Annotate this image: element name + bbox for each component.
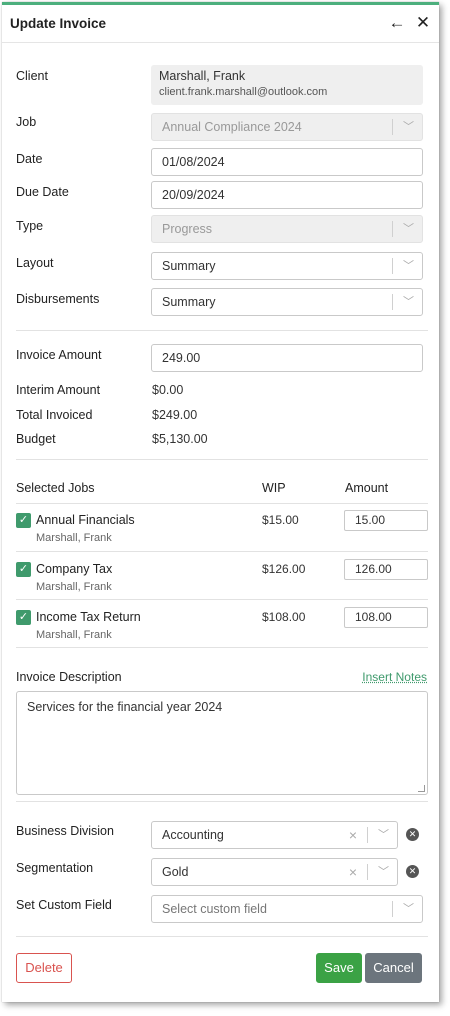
interim-amount-value: $0.00 <box>152 383 184 397</box>
custom-field-label: Set Custom Field <box>16 898 112 912</box>
select-separator <box>392 258 393 274</box>
layout-select-value: Summary <box>162 259 216 273</box>
budget-value: $5,130.00 <box>152 432 208 446</box>
section-divider <box>16 647 428 648</box>
type-label: Type <box>16 219 44 233</box>
chevron-down-icon: ﹀ <box>403 223 414 235</box>
select-separator <box>392 901 393 917</box>
layout-select[interactable]: Summary ﹀ <box>151 252 423 280</box>
clear-icon[interactable]: × <box>349 859 357 885</box>
delete-button[interactable]: Delete <box>16 953 72 983</box>
invoice-description-label: Invoice Description <box>16 670 122 684</box>
resize-handle-icon[interactable] <box>418 785 425 792</box>
chevron-down-icon[interactable]: ﹀ <box>403 253 414 279</box>
job-select-value: Annual Compliance 2024 <box>162 120 302 134</box>
clear-icon[interactable]: × <box>349 822 357 848</box>
budget-label: Budget <box>16 432 56 446</box>
select-separator <box>367 864 368 880</box>
remove-circle-icon[interactable]: ✕ <box>406 865 419 878</box>
due-date-input-value: 20/09/2024 <box>162 188 225 202</box>
job-client: Marshall, Frank <box>36 629 112 641</box>
panel-header: Update Invoice ← ✕ <box>2 5 439 43</box>
job-client: Marshall, Frank <box>36 581 112 593</box>
row-divider <box>16 551 428 552</box>
date-input-value: 01/08/2024 <box>162 155 225 169</box>
due-date-input[interactable]: 20/09/2024 <box>151 181 423 209</box>
checkbox-checked[interactable]: ✓ <box>16 610 31 625</box>
chevron-down-icon[interactable]: ﹀ <box>403 289 414 315</box>
invoice-amount-input[interactable]: 249.00 <box>151 344 423 372</box>
job-amount-input[interactable]: 126.00 <box>344 559 428 580</box>
row-divider <box>16 599 428 600</box>
section-divider <box>16 801 428 802</box>
date-label: Date <box>16 152 43 166</box>
job-select: Annual Compliance 2024 ﹀ <box>151 113 423 141</box>
business-division-label: Business Division <box>16 824 114 838</box>
segmentation-value: Gold <box>162 865 189 879</box>
invoice-description-textarea[interactable]: Services for the financial year 2024 <box>16 691 428 795</box>
section-divider <box>16 459 428 460</box>
disbursements-select-value: Summary <box>162 295 216 309</box>
custom-field-placeholder: Select custom field <box>162 902 267 916</box>
job-label: Job <box>16 115 37 129</box>
job-wip: $126.00 <box>262 562 306 576</box>
disbursements-select[interactable]: Summary ﹀ <box>151 288 423 316</box>
remove-circle-icon[interactable]: ✕ <box>406 828 419 841</box>
segmentation-label: Segmentation <box>16 861 94 875</box>
client-email: client.frank.marshall@outlook.com <box>159 86 328 98</box>
job-amount-input[interactable]: 108.00 <box>344 607 428 628</box>
job-client: Marshall, Frank <box>36 532 112 544</box>
table-header-divider <box>16 503 428 504</box>
layout-label: Layout <box>16 256 54 270</box>
total-invoiced-value: $249.00 <box>152 408 198 422</box>
client-name: Marshall, Frank <box>159 69 246 83</box>
job-name: Annual Financials <box>36 513 135 527</box>
job-amount-input[interactable]: 15.00 <box>344 510 428 531</box>
business-division-select[interactable]: Accounting × ﹀ <box>151 821 398 849</box>
amount-header: Amount <box>345 481 389 495</box>
type-select-value: Progress <box>162 222 213 236</box>
disbursements-label: Disbursements <box>16 292 100 306</box>
select-separator <box>392 119 393 135</box>
arrow-left-icon[interactable]: ← <box>386 12 408 34</box>
job-name: Income Tax Return <box>36 610 141 624</box>
checkbox-checked[interactable]: ✓ <box>16 562 31 577</box>
close-icon[interactable]: ✕ <box>412 12 434 34</box>
insert-notes-link[interactable]: Insert Notes <box>362 670 427 684</box>
selected-jobs-header: Selected Jobs <box>16 481 95 495</box>
invoice-amount-label: Invoice Amount <box>16 348 102 362</box>
due-date-label: Due Date <box>16 185 69 199</box>
update-invoice-panel: Update Invoice ← ✕ Client Marshall, Fran… <box>2 2 439 1002</box>
select-separator <box>392 221 393 237</box>
select-separator <box>367 827 368 843</box>
save-button[interactable]: Save <box>316 953 362 983</box>
panel-title: Update Invoice <box>10 16 107 31</box>
type-select: Progress ﹀ <box>151 215 423 243</box>
section-divider <box>16 330 428 331</box>
segmentation-select[interactable]: Gold × ﹀ <box>151 858 398 886</box>
chevron-down-icon: ﹀ <box>403 121 414 133</box>
client-label: Client <box>16 69 48 83</box>
total-invoiced-label: Total Invoiced <box>16 408 93 422</box>
section-divider <box>16 936 428 937</box>
select-separator <box>392 294 393 310</box>
client-display: Marshall, Frank client.frank.marshall@ou… <box>151 65 423 105</box>
job-wip: $108.00 <box>262 610 306 624</box>
custom-field-select[interactable]: Select custom field ﹀ <box>151 895 423 923</box>
chevron-down-icon[interactable]: ﹀ <box>378 822 389 848</box>
chevron-down-icon[interactable]: ﹀ <box>403 896 414 922</box>
invoice-description-text: Services for the financial year 2024 <box>27 700 223 714</box>
job-wip: $15.00 <box>262 513 299 527</box>
cancel-button[interactable]: Cancel <box>365 953 422 983</box>
date-input[interactable]: 01/08/2024 <box>151 148 423 176</box>
checkbox-checked[interactable]: ✓ <box>16 513 31 528</box>
interim-amount-label: Interim Amount <box>16 383 101 397</box>
job-name: Company Tax <box>36 562 113 576</box>
wip-header: WIP <box>262 481 286 495</box>
chevron-down-icon[interactable]: ﹀ <box>378 859 389 885</box>
business-division-value: Accounting <box>162 828 224 842</box>
invoice-amount-value: 249.00 <box>162 351 201 365</box>
